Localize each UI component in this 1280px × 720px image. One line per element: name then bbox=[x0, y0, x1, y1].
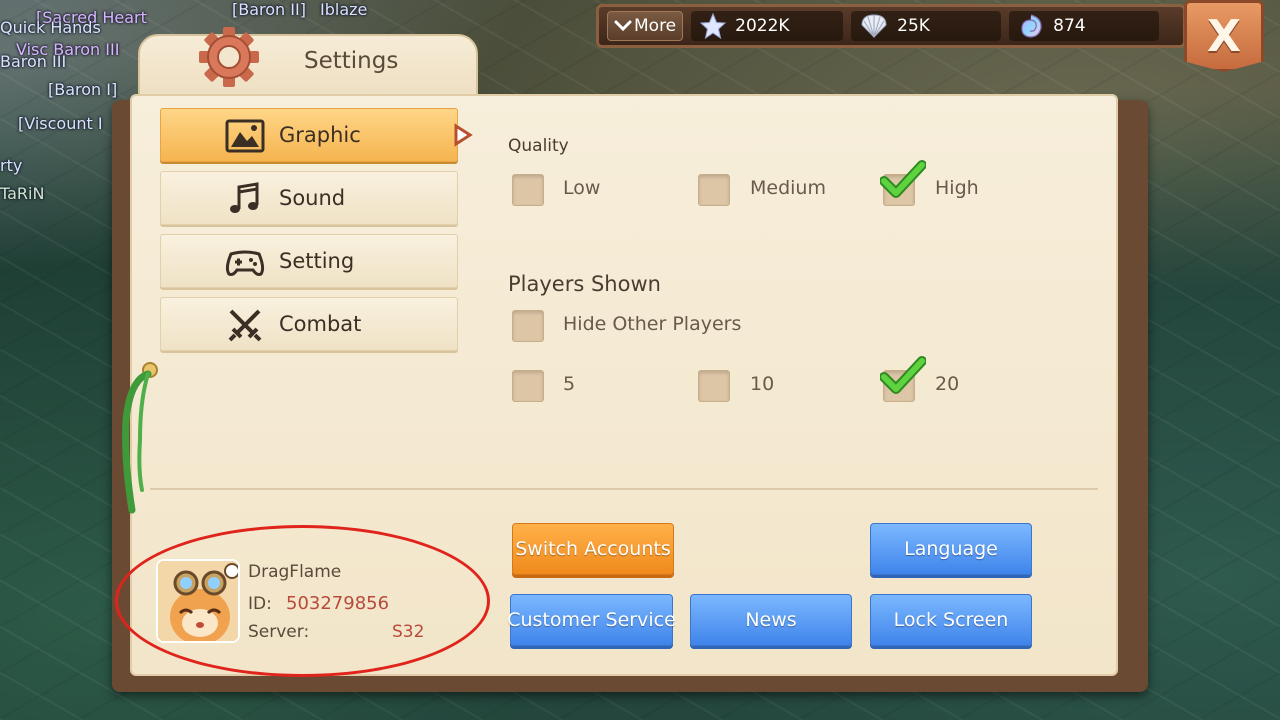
shell-currency-value: 25K bbox=[897, 16, 930, 36]
tab-sound-label: Sound bbox=[279, 186, 346, 210]
shell-icon bbox=[861, 14, 887, 38]
tab-sound[interactable]: Sound bbox=[160, 171, 458, 225]
hide-other-players-label: Hide Other Players bbox=[563, 313, 742, 335]
players-20-checkbox[interactable] bbox=[880, 356, 926, 402]
tab-graphic-label: Graphic bbox=[279, 123, 361, 147]
news-button[interactable]: News bbox=[690, 594, 852, 646]
star-currency-value: 2022K bbox=[735, 16, 790, 36]
players-10-checkbox[interactable] bbox=[698, 370, 730, 402]
quality-low-checkbox[interactable] bbox=[512, 174, 544, 206]
player-name-tag: Iblaze bbox=[320, 0, 368, 19]
tab-graphic[interactable]: Graphic bbox=[160, 108, 458, 162]
player-name-tag: Baron III bbox=[0, 52, 67, 71]
lock-screen-button[interactable]: Lock Screen bbox=[870, 594, 1032, 646]
gear-icon bbox=[199, 27, 259, 87]
players-5-checkbox[interactable] bbox=[512, 370, 544, 402]
highlight-annotation bbox=[115, 525, 490, 677]
star-currency: 2022K bbox=[691, 11, 844, 41]
customer-service-button[interactable]: Customer Service bbox=[507, 594, 676, 646]
page-title: Settings bbox=[304, 48, 399, 74]
conch-currency-value: 874 bbox=[1053, 16, 1086, 36]
music-note-icon bbox=[230, 182, 259, 213]
quality-medium-label: Medium bbox=[750, 177, 826, 199]
bookmark-ribbon bbox=[122, 362, 158, 514]
crossed-swords-icon bbox=[228, 309, 262, 342]
close-icon: X bbox=[1207, 10, 1241, 62]
active-tab-arrow-icon bbox=[454, 123, 473, 147]
quality-low-label: Low bbox=[563, 177, 601, 199]
conch-icon bbox=[1021, 14, 1042, 38]
players-10-label: 10 bbox=[750, 373, 775, 395]
quality-heading: Quality bbox=[508, 136, 569, 156]
tab-combat[interactable]: Combat bbox=[160, 297, 458, 351]
star-icon bbox=[699, 12, 727, 40]
checkmark-icon bbox=[880, 356, 926, 394]
player-name-tag: [Baron I] bbox=[48, 80, 118, 99]
checkmark-icon bbox=[880, 160, 926, 198]
player-name-tag: TaRiN bbox=[0, 184, 45, 203]
player-name-tag: [Baron II] bbox=[232, 0, 306, 19]
currency-bar: More 2022K 25K 874 bbox=[596, 4, 1186, 48]
tab-setting[interactable]: Setting bbox=[160, 234, 458, 288]
players-5-label: 5 bbox=[563, 373, 576, 395]
quality-high-label: High bbox=[935, 177, 979, 199]
chevron-down-icon bbox=[614, 20, 632, 32]
more-button[interactable]: More bbox=[607, 11, 684, 41]
hide-other-players-checkbox[interactable] bbox=[512, 310, 544, 342]
close-button[interactable]: X bbox=[1184, 0, 1264, 72]
more-label: More bbox=[634, 16, 677, 36]
quality-medium-checkbox[interactable] bbox=[698, 174, 730, 206]
section-divider bbox=[150, 488, 1098, 490]
shell-currency: 25K bbox=[851, 11, 1002, 41]
player-name-tag: rty bbox=[0, 156, 23, 175]
players-20-label: 20 bbox=[935, 373, 960, 395]
gamepad-icon bbox=[225, 250, 265, 276]
player-name-tag: Quick Hands bbox=[0, 18, 101, 37]
image-icon bbox=[225, 119, 265, 153]
tab-combat-label: Combat bbox=[279, 312, 362, 336]
player-name-tag: [Viscount I bbox=[18, 114, 103, 133]
switch-accounts-button[interactable]: Switch Accounts bbox=[512, 523, 674, 575]
quality-high-checkbox[interactable] bbox=[880, 160, 926, 206]
tab-setting-label: Setting bbox=[279, 249, 355, 273]
language-button[interactable]: Language bbox=[870, 523, 1032, 575]
players-shown-heading: Players Shown bbox=[508, 272, 661, 296]
conch-currency: 874 bbox=[1009, 11, 1160, 41]
